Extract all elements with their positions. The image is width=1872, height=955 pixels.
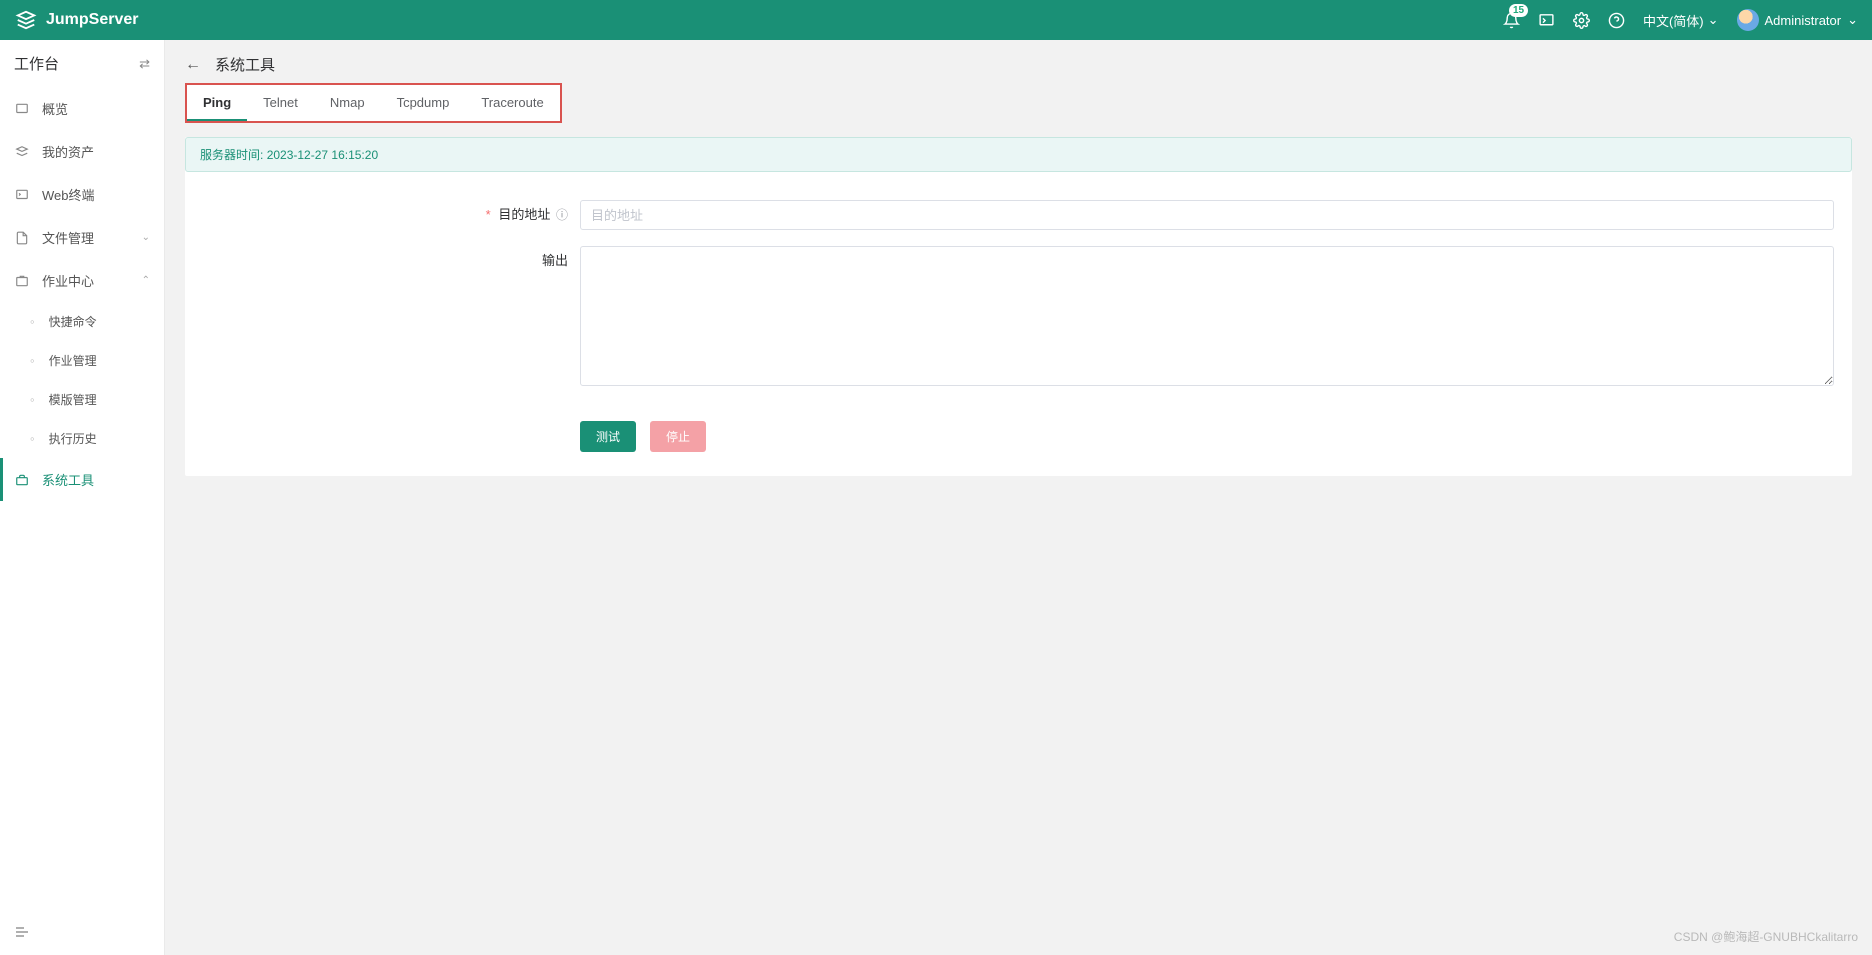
file-icon bbox=[14, 230, 29, 245]
user-menu[interactable]: Administrator ⌄ bbox=[1737, 9, 1858, 31]
job-icon bbox=[14, 273, 29, 288]
sidebar-item-label: 作业管理 bbox=[49, 352, 97, 369]
server-time-label: 服务器时间: bbox=[200, 148, 263, 162]
language-label: 中文(简体) bbox=[1643, 11, 1704, 30]
sidebar-item-file-mgmt[interactable]: 文件管理 ⌄ bbox=[0, 216, 164, 259]
chevron-up-icon: ⌃ bbox=[142, 275, 150, 286]
main-content: ← 系统工具 Ping Telnet Nmap Tcpdump Tracerou… bbox=[165, 40, 1872, 955]
tab-traceroute[interactable]: Traceroute bbox=[465, 85, 559, 121]
stop-button[interactable]: 停止 bbox=[650, 421, 706, 452]
sidebar: 工作台 ⇄ 概览 我的资产 Web终端 文件管理 ⌄ 作 bbox=[0, 40, 165, 955]
chevron-down-icon: ⌄ bbox=[1847, 12, 1858, 28]
sidebar-item-web-terminal[interactable]: Web终端 bbox=[0, 173, 164, 216]
avatar bbox=[1737, 9, 1759, 31]
form-row-target: * 目的地址 ⓘ bbox=[185, 192, 1852, 238]
sidebar-item-label: Web终端 bbox=[42, 185, 95, 204]
tab-tcpdump[interactable]: Tcpdump bbox=[381, 85, 466, 121]
sidebar-item-job-center[interactable]: 作业中心 ⌃ bbox=[0, 259, 164, 302]
tab-bar: Ping Telnet Nmap Tcpdump Traceroute bbox=[187, 85, 560, 121]
brand-text: JumpServer bbox=[46, 11, 139, 29]
help-circle-icon[interactable]: ⓘ bbox=[556, 208, 568, 222]
sidebar-item-label: 快捷命令 bbox=[49, 313, 97, 330]
output-label: 输出 bbox=[185, 246, 580, 276]
toolbox-icon bbox=[14, 472, 29, 487]
notification-badge: 15 bbox=[1509, 4, 1528, 17]
brand-logo[interactable]: JumpServer bbox=[14, 8, 139, 32]
sidebar-item-label: 模版管理 bbox=[49, 391, 97, 408]
sidebar-sub-template-mgmt[interactable]: 模版管理 bbox=[0, 380, 164, 419]
dashboard-icon bbox=[14, 101, 29, 116]
server-time-banner: 服务器时间: 2023-12-27 16:15:20 bbox=[185, 137, 1852, 172]
username-label: Administrator bbox=[1765, 13, 1842, 28]
header-right: 15 中文(简体) ⌄ Administrator ⌄ bbox=[1503, 9, 1858, 31]
layout: 工作台 ⇄ 概览 我的资产 Web终端 文件管理 ⌄ 作 bbox=[0, 40, 1872, 955]
button-row: 测试 停止 bbox=[185, 421, 1852, 452]
form-row-output: 输出 bbox=[185, 238, 1852, 397]
sidebar-sub-quick-cmd[interactable]: 快捷命令 bbox=[0, 302, 164, 341]
sidebar-item-system-tools[interactable]: 系统工具 bbox=[0, 458, 164, 501]
back-button[interactable]: ← bbox=[185, 56, 201, 74]
collapse-icon[interactable] bbox=[14, 928, 30, 943]
help-icon[interactable] bbox=[1608, 12, 1625, 29]
bell-icon[interactable]: 15 bbox=[1503, 12, 1520, 29]
tab-telnet[interactable]: Telnet bbox=[247, 85, 314, 121]
required-mark: * bbox=[486, 207, 491, 222]
page-header: ← 系统工具 bbox=[165, 40, 1872, 83]
server-time-value: 2023-12-27 16:15:20 bbox=[267, 148, 378, 162]
tabs-highlight-box: Ping Telnet Nmap Tcpdump Traceroute bbox=[185, 83, 562, 123]
page-title: 系统工具 bbox=[215, 54, 275, 75]
tab-ping[interactable]: Ping bbox=[187, 85, 247, 121]
sidebar-header: 工作台 ⇄ bbox=[0, 40, 164, 87]
tab-nmap[interactable]: Nmap bbox=[314, 85, 381, 121]
terminal-icon[interactable] bbox=[1538, 12, 1555, 29]
output-textarea[interactable] bbox=[580, 246, 1834, 386]
swap-icon[interactable]: ⇄ bbox=[139, 56, 150, 72]
terminal-icon bbox=[14, 187, 29, 202]
sidebar-title: 工作台 bbox=[14, 53, 59, 74]
sidebar-item-overview[interactable]: 概览 bbox=[0, 87, 164, 130]
sidebar-item-label: 作业中心 bbox=[42, 271, 94, 290]
sidebar-item-my-assets[interactable]: 我的资产 bbox=[0, 130, 164, 173]
sidebar-item-label: 文件管理 bbox=[42, 228, 94, 247]
sidebar-item-label: 概览 bbox=[42, 99, 68, 118]
language-selector[interactable]: 中文(简体) ⌄ bbox=[1643, 11, 1719, 30]
sidebar-list: 概览 我的资产 Web终端 文件管理 ⌄ 作业中心 ⌃ 快捷命令 作业管理 bbox=[0, 87, 164, 912]
content-card: 服务器时间: 2023-12-27 16:15:20 * 目的地址 ⓘ 输出 bbox=[185, 137, 1852, 476]
sidebar-item-label: 系统工具 bbox=[42, 470, 94, 489]
chevron-down-icon: ⌄ bbox=[142, 232, 150, 243]
sidebar-item-label: 执行历史 bbox=[49, 430, 97, 447]
gear-icon[interactable] bbox=[1573, 12, 1590, 29]
sidebar-sub-job-mgmt[interactable]: 作业管理 bbox=[0, 341, 164, 380]
layers-icon bbox=[14, 144, 29, 159]
target-input[interactable] bbox=[580, 200, 1834, 230]
sidebar-item-label: 我的资产 bbox=[42, 142, 94, 161]
chevron-down-icon: ⌄ bbox=[1708, 12, 1719, 28]
target-label: * 目的地址 ⓘ bbox=[185, 200, 580, 230]
top-header: JumpServer 15 中文(简体) ⌄ Administrator ⌄ bbox=[0, 0, 1872, 40]
sidebar-sub-exec-history[interactable]: 执行历史 bbox=[0, 419, 164, 458]
sidebar-footer bbox=[0, 912, 164, 955]
test-button[interactable]: 测试 bbox=[580, 421, 636, 452]
logo-icon bbox=[14, 8, 38, 32]
